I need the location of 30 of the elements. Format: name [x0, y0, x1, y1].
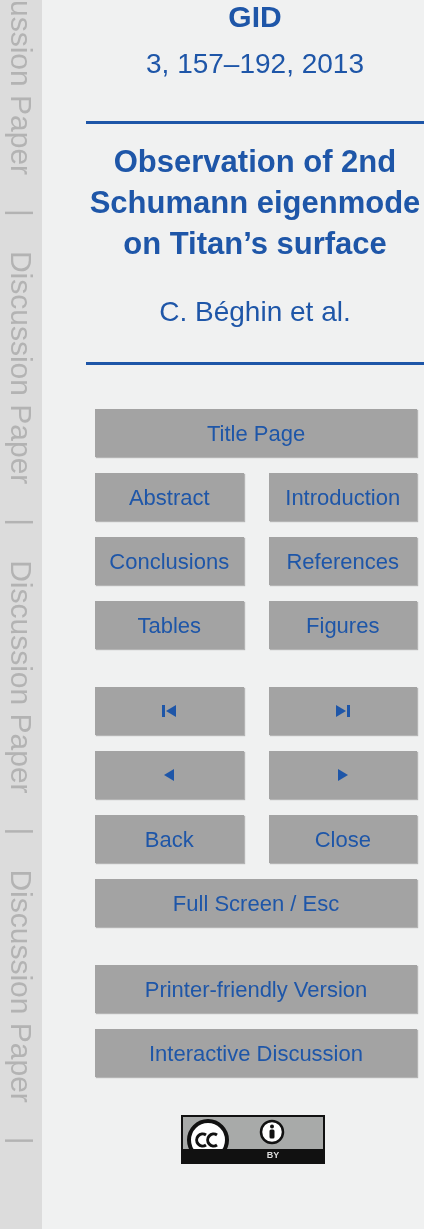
margin-label: |	[4, 518, 39, 527]
nav-button[interactable]	[268, 751, 417, 799]
margin-label: |	[4, 1136, 39, 1145]
nav-button[interactable]: Figures	[268, 601, 417, 649]
journal-name: GID	[228, 0, 282, 34]
nav-button[interactable]: Title Page	[95, 409, 417, 457]
previous-icon	[162, 769, 177, 781]
nav-button[interactable]: Conclusions	[95, 537, 244, 585]
nav-button[interactable]	[95, 751, 244, 799]
nav-button[interactable]: Printer-friendly Version	[95, 965, 417, 1013]
nav-button[interactable]	[268, 687, 417, 735]
nav-button[interactable]: Tables	[95, 601, 244, 649]
nav-button[interactable]: Introduction	[268, 473, 417, 521]
license-label: BY	[266, 1149, 280, 1162]
nav-button[interactable]: Close	[268, 815, 417, 863]
first-page-icon	[162, 705, 177, 717]
last-page-icon	[335, 705, 350, 717]
license-badge[interactable]: BY	[181, 1115, 325, 1164]
margin-label: |	[4, 209, 39, 217]
nav-button[interactable]: References	[268, 537, 417, 585]
paper-title: Observation of 2nd Schumann eigenmode on Titan’s surface	[88, 143, 422, 263]
nav-button[interactable]	[95, 687, 244, 735]
next-icon	[335, 769, 350, 781]
nav-button[interactable]: Abstract	[95, 473, 244, 521]
authors: C. Béghin et al.	[158, 296, 352, 328]
nav-button[interactable]: Full Screen / Esc	[95, 879, 417, 927]
nav-button[interactable]: Back	[95, 815, 244, 863]
margin-label: |	[4, 827, 39, 836]
citation: 3, 157–192, 2013	[146, 48, 364, 80]
nav-button[interactable]: Interactive Discussion	[95, 1029, 417, 1077]
